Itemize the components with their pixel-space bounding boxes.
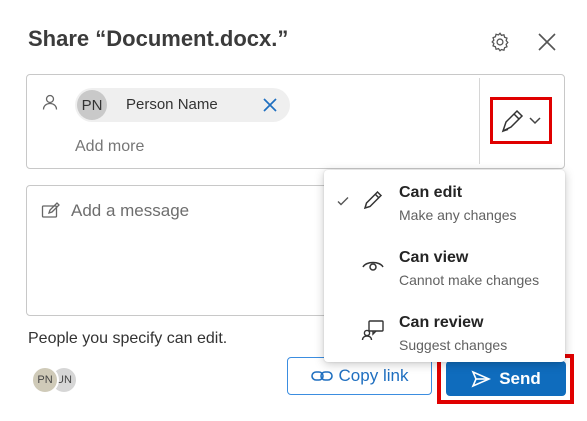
add-more-input[interactable]: Add more xyxy=(75,138,144,156)
checkmark-icon xyxy=(336,194,350,208)
permission-dropdown-button[interactable] xyxy=(497,104,547,138)
person-icon xyxy=(41,93,59,111)
menu-item-can-view[interactable]: Can view Cannot make changes xyxy=(324,235,565,299)
send-icon xyxy=(471,369,492,388)
menu-item-title: Can edit xyxy=(399,184,463,201)
review-icon xyxy=(361,318,385,342)
eye-icon xyxy=(361,253,385,277)
pencil-icon xyxy=(361,188,385,212)
permission-menu: Can edit Make any changes Can view Canno… xyxy=(324,170,565,362)
divider xyxy=(479,78,480,164)
menu-item-title: Can review xyxy=(399,314,484,331)
send-button[interactable]: Send xyxy=(446,361,566,396)
avatar: PN xyxy=(31,366,59,394)
menu-item-can-edit[interactable]: Can edit Make any changes xyxy=(324,170,565,234)
recipient-name: Person Name xyxy=(126,96,218,113)
message-placeholder: Add a message xyxy=(71,201,190,220)
permission-summary: People you specify can edit. xyxy=(28,330,228,347)
dialog-title: Share “Document.docx.” xyxy=(28,26,289,51)
menu-item-description: Suggest changes xyxy=(399,337,508,353)
menu-item-description: Make any changes xyxy=(399,207,517,223)
copy-link-label: Copy link xyxy=(338,366,409,385)
menu-item-can-review[interactable]: Can review Suggest changes xyxy=(324,300,565,364)
gear-icon[interactable] xyxy=(486,28,514,56)
remove-recipient-icon[interactable] xyxy=(261,96,279,114)
send-label: Send xyxy=(499,368,541,388)
avatar: PN xyxy=(77,90,107,120)
link-icon xyxy=(310,371,333,381)
compose-icon xyxy=(41,202,61,220)
menu-item-title: Can view xyxy=(399,249,469,266)
close-icon[interactable] xyxy=(533,28,561,56)
menu-item-description: Cannot make changes xyxy=(399,272,540,288)
